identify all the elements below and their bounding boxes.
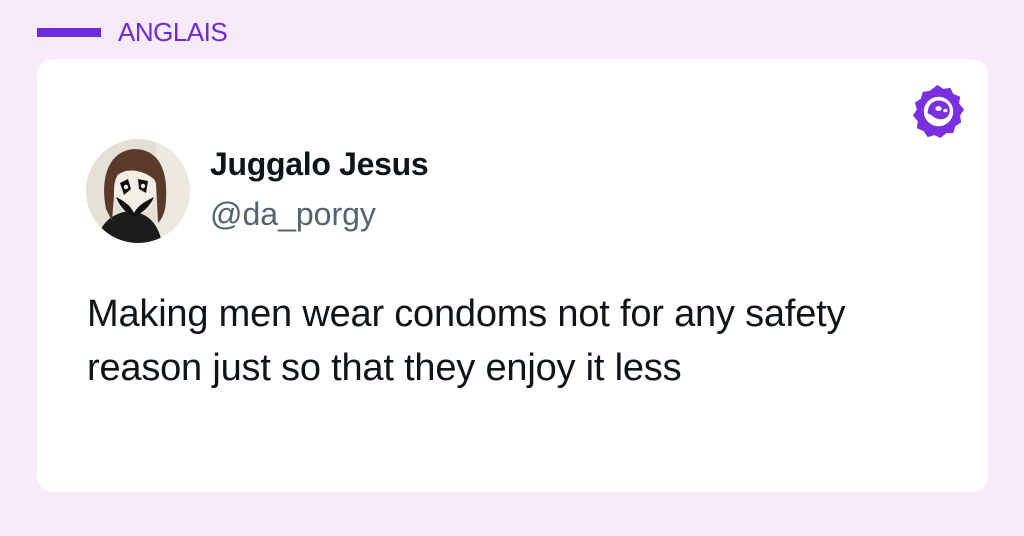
tweet-text: Making men wear condoms not for any safe… bbox=[87, 293, 846, 389]
category-label: ANGLAIS bbox=[118, 16, 228, 47]
author-handle[interactable]: @da_porgy bbox=[210, 196, 376, 233]
brand-logo-icon[interactable] bbox=[908, 82, 967, 141]
avatar-image bbox=[86, 139, 190, 243]
author-display-name[interactable]: Juggalo Jesus bbox=[210, 146, 429, 183]
tweet-card: Juggalo Jesus @da_porgy Making men wear … bbox=[37, 59, 988, 492]
category-tag: ANGLAIS bbox=[37, 15, 228, 49]
category-accent-bar bbox=[37, 27, 101, 37]
author-avatar[interactable] bbox=[86, 139, 190, 243]
